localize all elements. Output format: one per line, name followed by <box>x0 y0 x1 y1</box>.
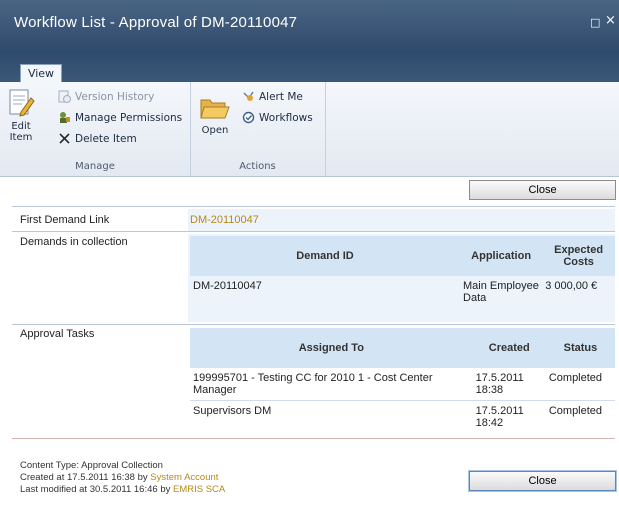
manage-group-label: Manage <box>75 161 115 172</box>
window-title: Workflow List - Approval of DM-20110047 <box>14 14 298 31</box>
workflows-label: Workflows <box>259 111 313 124</box>
column-header-created: Created <box>472 328 546 368</box>
divider <box>12 324 615 325</box>
edit-item-icon <box>9 89 35 117</box>
table-row: Supervisors DM 17.5.2011 18:42 Completed <box>190 401 615 434</box>
manage-permissions-label: Manage Permissions <box>75 111 183 124</box>
version-history-button[interactable]: Version History <box>58 90 154 103</box>
status-cell: Completed <box>545 368 615 401</box>
table-row: DM-20110047 Main Employee Data 3 000,00 … <box>190 276 615 308</box>
first-demand-link-value[interactable]: DM-20110047 <box>190 214 259 226</box>
modified-by-link[interactable]: EMRIS SCA <box>173 484 225 495</box>
close-button-bottom[interactable]: Close <box>469 471 616 491</box>
edit-item-button[interactable]: Edit Item <box>6 88 36 143</box>
edit-item-label-2: Item <box>9 132 33 143</box>
manage-permissions-icon <box>60 112 70 123</box>
table-row: 199995701 - Testing CC for 2010 1 - Cost… <box>190 368 615 401</box>
divider <box>12 206 615 207</box>
delete-icon <box>59 133 70 144</box>
divider <box>12 438 615 439</box>
alert-me-button[interactable]: Alert Me <box>242 90 303 103</box>
open-label: Open <box>201 125 229 136</box>
tab-view[interactable]: View <box>20 64 62 83</box>
version-history-icon <box>58 90 71 103</box>
demands-table: Demand ID Application Expected Costs DM-… <box>190 236 615 308</box>
version-history-label: Version History <box>75 90 155 103</box>
divider <box>12 231 615 232</box>
actions-group-label: Actions <box>239 161 276 172</box>
modified-prefix: Last modified at 30.5.2011 16:46 by <box>20 484 173 495</box>
close-button-top[interactable]: Close <box>469 180 616 200</box>
delete-item-button[interactable]: Delete Item <box>58 132 137 145</box>
first-demand-link-label: First Demand Link <box>20 214 110 226</box>
approval-tasks-table: Assigned To Created Status 199995701 - T… <box>190 328 615 433</box>
column-header-expected-costs: Expected Costs <box>542 236 615 276</box>
created-info: Created at 17.5.2011 16:38 by System Acc… <box>20 472 225 484</box>
open-folder-icon <box>200 99 230 119</box>
delete-item-label: Delete Item <box>75 132 137 145</box>
demands-label: Demands in collection <box>20 236 128 248</box>
column-header-application: Application <box>460 236 543 276</box>
ribbon: Edit Item Version History Manage Permiss… <box>0 82 619 177</box>
expected-costs-cell: 3 000,00 € <box>545 280 598 292</box>
alert-me-label: Alert Me <box>259 90 303 103</box>
manage-group: Edit Item Version History Manage Permiss… <box>0 82 191 176</box>
actions-group: Open Alert Me Workflows Actions <box>190 82 326 176</box>
modified-info: Last modified at 30.5.2011 16:46 by EMRI… <box>20 484 225 496</box>
close-window-button[interactable]: × <box>605 13 616 28</box>
content-type-text: Content Type: Approval Collection <box>20 460 163 471</box>
alert-me-icon <box>243 91 254 101</box>
column-header-demand-id: Demand ID <box>190 236 461 276</box>
ribbon-tab-strip: View <box>0 52 619 83</box>
column-header-status: Status <box>545 328 615 368</box>
assigned-to-cell: 199995701 - Testing CC for 2010 1 - Cost… <box>190 368 473 401</box>
created-cell: 17.5.2011 18:42 <box>475 405 524 429</box>
application-cell[interactable]: Main Employee Data <box>460 276 542 308</box>
assigned-to-cell: Supervisors DM <box>193 405 272 417</box>
title-bar: Workflow List - Approval of DM-20110047 … <box>0 0 619 52</box>
item-form: Close First Demand Link DM-20110047 Dema… <box>0 176 619 516</box>
demand-id-cell[interactable]: DM-20110047 <box>190 276 460 308</box>
edit-item-label-1: Edit <box>11 121 31 132</box>
approval-tasks-label: Approval Tasks <box>20 328 95 340</box>
workflows-icon <box>242 111 255 124</box>
status-cell: Completed <box>548 405 603 417</box>
maximize-button[interactable]: □ <box>590 16 600 29</box>
item-footer: Content Type: Approval Collection Create… <box>20 460 225 496</box>
column-header-assigned-to: Assigned To <box>190 328 473 368</box>
created-cell: 17.5.2011 18:38 <box>472 368 546 401</box>
created-prefix: Created at 17.5.2011 16:38 by <box>20 472 151 483</box>
open-button[interactable]: Open <box>198 94 232 136</box>
manage-permissions-button[interactable]: Manage Permissions <box>58 111 182 124</box>
created-by-link[interactable]: System Account <box>150 472 218 483</box>
workflows-button[interactable]: Workflows <box>242 111 313 124</box>
